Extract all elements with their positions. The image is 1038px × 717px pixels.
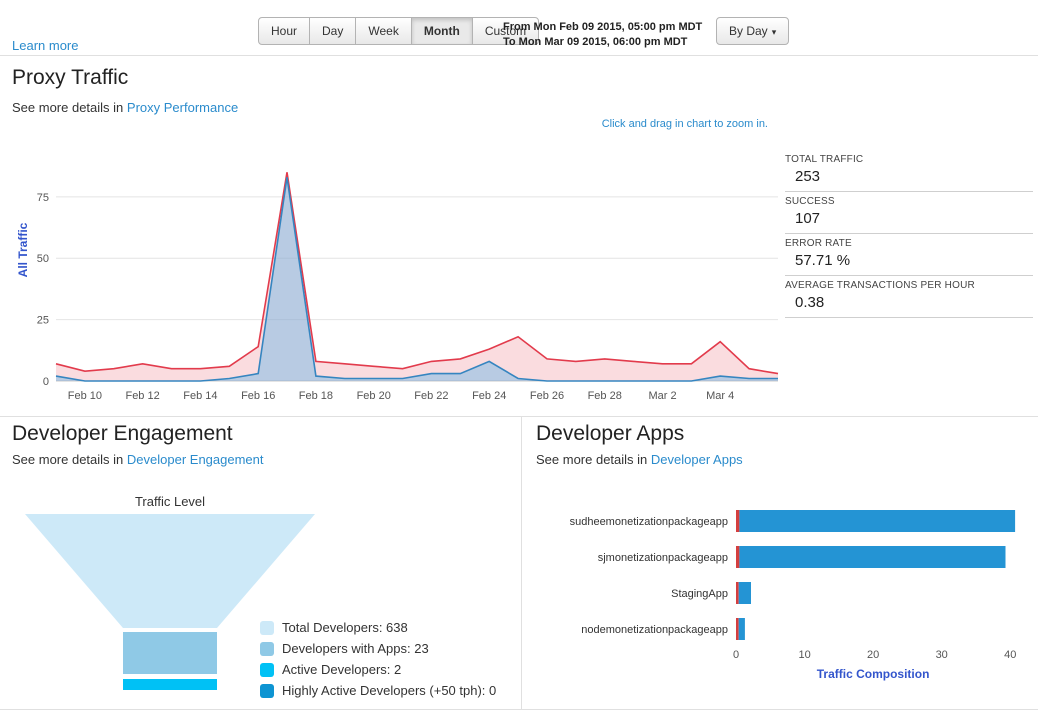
developer-apps-chart[interactable]: sudheemonetizationpackageapp sjmonetizati… xyxy=(536,498,1036,690)
developer-engagement-subtitle: See more details in Developer Engagement xyxy=(12,452,264,467)
range-button-day[interactable]: Day xyxy=(309,17,357,45)
vertical-divider xyxy=(521,417,522,710)
range-button-group: Hour Day Week Month Custom xyxy=(258,17,540,45)
stat-label: ERROR RATE xyxy=(785,238,852,249)
legend-item: Active Developers: 2 xyxy=(260,662,496,677)
stat-label: SUCCESS xyxy=(785,196,835,207)
range-button-month[interactable]: Month xyxy=(410,17,473,45)
legend-item: Total Developers: 638 xyxy=(260,620,496,635)
bar-error-segment xyxy=(736,510,740,532)
stat-row: AVERAGE TRANSACTIONS PER HOUR 0.38 xyxy=(785,276,1033,318)
svg-text:50: 50 xyxy=(37,253,49,265)
legend-item: Highly Active Developers (+50 tph): 0 xyxy=(260,683,496,698)
svg-text:Mar 2: Mar 2 xyxy=(648,390,676,402)
range-button-week[interactable]: Week xyxy=(355,17,412,45)
stat-row: SUCCESS 107 xyxy=(785,192,1033,234)
svg-text:0: 0 xyxy=(733,649,739,661)
group-by-label: By Day xyxy=(729,24,768,38)
svg-text:nodemonetizationpackageapp: nodemonetizationpackageapp xyxy=(581,624,728,636)
svg-text:sudheemonetizationpackageapp: sudheemonetizationpackageapp xyxy=(570,516,728,528)
bar-error-segment xyxy=(736,582,739,604)
svg-text:Feb 24: Feb 24 xyxy=(472,390,506,402)
header-divider xyxy=(0,55,1038,56)
legend-item: Developers with Apps: 23 xyxy=(260,641,496,656)
funnel-chart-title: Traffic Level xyxy=(134,494,206,509)
bar-error-segment xyxy=(736,546,740,568)
bar-error-segment xyxy=(736,618,739,640)
proxy-stats: TOTAL TRAFFIC 253 SUCCESS 107 ERROR RATE… xyxy=(785,150,1033,318)
stat-label: AVERAGE TRANSACTIONS PER HOUR xyxy=(785,280,975,291)
proxy-traffic-chart[interactable]: 0 25 50 75 Feb 10 Feb 12 Feb 14 Feb 16 Feb 18 Feb… xyxy=(6,146,788,414)
bottom-divider xyxy=(0,709,1038,710)
stat-value: 57.71 % xyxy=(795,252,851,269)
svg-text:Feb 18: Feb 18 xyxy=(299,390,333,402)
section-divider xyxy=(0,416,1038,417)
stat-value: 0.38 xyxy=(795,294,825,311)
group-by-dropdown[interactable]: By Day ▾ xyxy=(716,17,790,45)
zoom-hint-text: Click and drag in chart to zoom in. xyxy=(601,118,768,130)
stat-value: 107 xyxy=(795,210,821,227)
svg-text:75: 75 xyxy=(37,192,49,204)
date-range-to: To Mon Mar 09 2015, 06:00 pm MDT xyxy=(503,36,688,48)
svg-text:Feb 28: Feb 28 xyxy=(588,390,622,402)
date-range-text: From Mon Feb 09 2015, 05:00 pm MDT To Mo… xyxy=(503,20,702,50)
developer-apps-title: Developer Apps xyxy=(536,422,685,445)
bar-traffic-segment xyxy=(739,546,1006,568)
legend-swatch xyxy=(260,683,274,698)
svg-text:Feb 10: Feb 10 xyxy=(68,390,102,402)
bar-traffic-segment xyxy=(738,582,751,604)
legend-label: Highly Active Developers (+50 tph): 0 xyxy=(282,683,497,698)
developer-apps-chart-container[interactable]: sudheemonetizationpackageapp sjmonetizati… xyxy=(536,498,1036,693)
bar-traffic-segment xyxy=(738,618,745,640)
stat-label: TOTAL TRAFFIC xyxy=(785,154,864,165)
svg-text:Feb 20: Feb 20 xyxy=(357,390,391,402)
learn-more-link[interactable]: Learn more xyxy=(12,38,78,53)
bar-traffic-segment xyxy=(739,510,1016,532)
funnel-level-developers-with-apps xyxy=(123,632,217,674)
svg-text:sjmonetizationpackageapp: sjmonetizationpackageapp xyxy=(598,552,728,564)
developer-engagement-link[interactable]: Developer Engagement xyxy=(127,452,264,467)
funnel-level-active-developers xyxy=(123,679,217,690)
developer-apps-subtitle: See more details in Developer Apps xyxy=(536,452,743,467)
svg-text:30: 30 xyxy=(936,649,948,661)
date-range-from: From Mon Feb 09 2015, 05:00 pm MDT xyxy=(503,21,703,33)
proxy-performance-link[interactable]: Proxy Performance xyxy=(127,100,238,115)
legend-label: Developers with Apps: 23 xyxy=(282,641,429,656)
legend-label: Active Developers: 2 xyxy=(282,662,402,677)
svg-text:25: 25 xyxy=(37,315,49,327)
stat-row: ERROR RATE 57.71 % xyxy=(785,234,1033,276)
proxy-traffic-title: Proxy Traffic xyxy=(12,66,129,89)
svg-text:Feb 26: Feb 26 xyxy=(530,390,564,402)
svg-text:Feb 16: Feb 16 xyxy=(241,390,275,402)
legend-swatch xyxy=(260,620,274,635)
funnel-legend: Total Developers: 638 Developers with Ap… xyxy=(260,620,496,704)
stat-value: 253 xyxy=(795,168,821,185)
proxy-chart-container[interactable]: 0 25 50 75 Feb 10 Feb 12 Feb 14 Feb 16 Feb 18 Feb… xyxy=(6,146,788,417)
developer-engagement-title: Developer Engagement xyxy=(12,422,233,445)
range-button-hour[interactable]: Hour xyxy=(258,17,311,45)
funnel-level-total-developers xyxy=(25,514,315,628)
svg-text:Feb 12: Feb 12 xyxy=(125,390,159,402)
svg-text:Mar 4: Mar 4 xyxy=(706,390,734,402)
legend-swatch xyxy=(260,641,274,656)
svg-text:40: 40 xyxy=(1004,649,1016,661)
svg-text:0: 0 xyxy=(43,376,49,388)
svg-text:20: 20 xyxy=(867,649,879,661)
svg-text:Feb 14: Feb 14 xyxy=(183,390,217,402)
legend-label: Total Developers: 638 xyxy=(282,620,408,635)
svg-text:Traffic Composition: Traffic Composition xyxy=(817,667,930,681)
developer-apps-link[interactable]: Developer Apps xyxy=(651,452,743,467)
chevron-down-icon: ▾ xyxy=(771,27,777,37)
svg-text:10: 10 xyxy=(798,649,810,661)
svg-text:Feb 22: Feb 22 xyxy=(414,390,448,402)
legend-swatch xyxy=(260,662,274,677)
proxy-traffic-subtitle: See more details in Proxy Performance xyxy=(12,100,239,115)
svg-text:StagingApp: StagingApp xyxy=(671,588,728,600)
stat-row: TOTAL TRAFFIC 253 xyxy=(785,150,1033,192)
